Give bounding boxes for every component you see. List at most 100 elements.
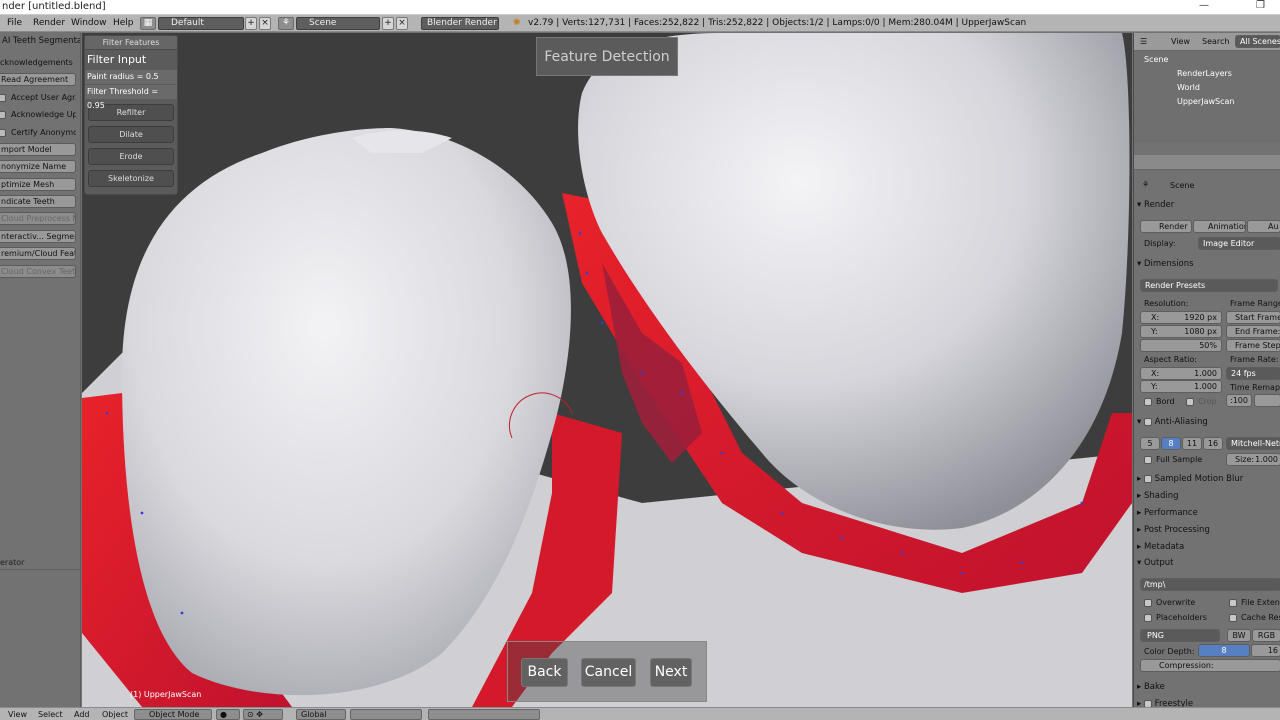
minimize-button[interactable]: — — [1199, 0, 1209, 11]
menu-view[interactable]: View — [8, 710, 27, 719]
aa-samples-11[interactable]: 11 — [1182, 437, 1202, 450]
outliner-view-menu[interactable]: View — [1171, 37, 1190, 46]
addon-remium-cloud-featu-button[interactable]: remium/Cloud Featu — [0, 247, 76, 260]
delete-scene-button[interactable]: × — [396, 17, 408, 30]
mode-select[interactable]: Object Mode — [134, 709, 212, 720]
aa-size-field[interactable]: Size: 1.000 — [1226, 453, 1280, 466]
compression-slider[interactable]: Compression: — [1140, 659, 1280, 672]
screen-layout-icon[interactable]: ▦ — [140, 17, 156, 30]
color-depth-8[interactable]: 8 — [1198, 644, 1250, 657]
skeletonize-button[interactable]: Skeletonize — [88, 170, 174, 187]
time-remap-old-field[interactable]: :100 — [1226, 394, 1252, 407]
menu-window[interactable]: Window — [71, 18, 107, 28]
placeholders-checkbox[interactable]: Placeholders — [1144, 613, 1207, 622]
output-path-field[interactable]: /tmp\ — [1140, 578, 1280, 591]
output-section[interactable]: ▾ Output — [1137, 555, 1280, 571]
aa-filter-select[interactable]: Mitchell-Netra — [1226, 437, 1280, 450]
aspect-x-field[interactable]: X: 1.000 — [1140, 367, 1222, 380]
scene-icon[interactable]: ⚘ — [278, 17, 294, 30]
shading-section[interactable]: ▸ Shading — [1137, 488, 1280, 504]
menu-add[interactable]: Add — [74, 710, 90, 719]
color-rgb-button[interactable]: RGB — [1252, 629, 1280, 642]
display-select[interactable]: Image Editor — [1198, 237, 1280, 250]
post-processing-section[interactable]: ▸ Post Processing — [1137, 522, 1280, 538]
overwrite-checkbox[interactable]: Overwrite — [1144, 598, 1195, 607]
delete-layout-button[interactable]: × — [259, 17, 271, 30]
aspect-y-field[interactable]: Y: 1.000 — [1140, 380, 1222, 393]
menu-select[interactable]: Select — [38, 710, 63, 719]
layout-field[interactable]: Default — [158, 17, 244, 30]
aa-samples-5[interactable]: 5 — [1140, 437, 1160, 450]
border-checkbox[interactable]: Bord — [1144, 397, 1175, 406]
addon-nteractiv-segment-button[interactable]: nteractiv... Segment — [0, 230, 76, 243]
performance-section[interactable]: ▸ Performance — [1137, 505, 1280, 521]
3d-viewport[interactable] — [82, 33, 1132, 707]
full-sample-checkbox[interactable]: Full Sample — [1144, 455, 1202, 464]
pivot-select[interactable]: ⊙ ✥ — [243, 709, 283, 720]
addon-accept-user-agr-checkbox[interactable]: Accept User Agr... — [0, 91, 76, 105]
frame-step-field[interactable]: Frame Step: — [1226, 339, 1280, 352]
outliner-item-world[interactable]: World — [1177, 83, 1200, 92]
addon-ndicate-teeth-button[interactable]: ndicate Teeth — [0, 195, 76, 208]
add-layout-button[interactable]: + — [245, 17, 257, 30]
render-engine-select[interactable]: Blender Render — [421, 17, 499, 30]
metadata-section[interactable]: ▸ Metadata — [1137, 539, 1280, 555]
snap-tools[interactable] — [428, 709, 540, 720]
menu-render[interactable]: Render — [33, 18, 65, 28]
resolution-y-field[interactable]: Y: 1080 px — [1140, 325, 1222, 338]
motion-blur-checkbox[interactable] — [1143, 474, 1152, 483]
file-format-select[interactable]: PNG — [1140, 629, 1220, 642]
dimensions-section[interactable]: ▾ Dimensions — [1137, 256, 1280, 272]
restore-button[interactable]: ❐ — [1256, 0, 1265, 11]
freestyle-section[interactable]: ▸ Freestyle — [1137, 696, 1280, 707]
addon-certify-anonymous-checkbox[interactable]: Certify Anonymous — [0, 126, 76, 140]
outliner-search-menu[interactable]: Search — [1202, 37, 1229, 46]
anti-aliasing-section[interactable]: ▾ Anti-Aliasing — [1137, 414, 1280, 430]
erode-button[interactable]: Erode — [88, 148, 174, 165]
menu-file[interactable]: File — [7, 18, 22, 28]
sampled-motion-blur-section[interactable]: ▸ Sampled Motion Blur — [1137, 471, 1280, 487]
bake-section[interactable]: ▸ Bake — [1137, 679, 1280, 695]
resolution-x-field[interactable]: X: 1920 px — [1140, 311, 1222, 324]
menu-help[interactable]: Help — [113, 18, 134, 28]
all-scenes-select[interactable]: All Scenes — [1235, 35, 1280, 48]
aa-samples-16[interactable]: 16 — [1203, 437, 1223, 450]
end-frame-field[interactable]: End Frame: — [1226, 325, 1280, 338]
color-bw-button[interactable]: BW — [1227, 629, 1251, 642]
next-button[interactable]: Next — [650, 658, 692, 687]
cache-result-checkbox[interactable]: Cache Resu — [1229, 613, 1280, 622]
addon-nonymize-name-button[interactable]: nonymize Name — [0, 160, 76, 173]
aa-samples-8[interactable]: 8 — [1161, 437, 1181, 450]
back-button[interactable]: Back — [521, 658, 568, 687]
file-extensions-checkbox[interactable]: File Extens — [1229, 598, 1280, 607]
audio-button[interactable]: Au — [1247, 220, 1280, 233]
outliner-item-upperjawscan[interactable]: UpperJawScan — [1177, 97, 1234, 106]
addon-ptimize-mesh-button[interactable]: ptimize Mesh — [0, 178, 76, 191]
render-presets-select[interactable]: Render Presets — [1140, 279, 1278, 292]
addon-mport-model-button[interactable]: mport Model — [0, 143, 76, 156]
addon-acknowledge-up-checkbox[interactable]: Acknowledge Up... — [0, 108, 76, 122]
animation-button[interactable]: Animation — [1193, 220, 1246, 233]
cancel-button[interactable]: Cancel — [581, 658, 636, 687]
orientation-select[interactable]: Global — [296, 709, 346, 720]
outliner-item-renderlayers[interactable]: RenderLayers — [1177, 69, 1232, 78]
render-section[interactable]: ▾ Render — [1137, 197, 1280, 213]
frame-rate-select[interactable]: 24 fps — [1226, 367, 1280, 380]
editor-type-icon[interactable]: ☰ — [1140, 37, 1147, 46]
add-scene-button[interactable]: + — [382, 17, 394, 30]
anti-aliasing-checkbox[interactable] — [1143, 417, 1152, 426]
layers-grid[interactable] — [350, 709, 422, 720]
properties-tabs[interactable] — [1134, 155, 1280, 170]
color-depth-16[interactable]: 16 — [1251, 644, 1280, 657]
outliner-item-scene[interactable]: Scene — [1144, 55, 1168, 64]
dilate-button[interactable]: Dilate — [88, 126, 174, 143]
render-button[interactable]: Render — [1140, 220, 1192, 233]
time-remap-new-field[interactable] — [1254, 394, 1280, 407]
viewport-shading-select[interactable]: ● — [216, 709, 240, 720]
freestyle-checkbox[interactable] — [1143, 699, 1152, 707]
scene-field[interactable]: Scene — [296, 17, 380, 30]
start-frame-field[interactable]: Start Frame: — [1226, 311, 1280, 324]
addon-read-agreement-button[interactable]: Read Agreement — [0, 73, 76, 86]
resolution-percent-field[interactable]: 50% — [1140, 339, 1222, 352]
crop-checkbox[interactable]: Crop — [1186, 397, 1217, 406]
